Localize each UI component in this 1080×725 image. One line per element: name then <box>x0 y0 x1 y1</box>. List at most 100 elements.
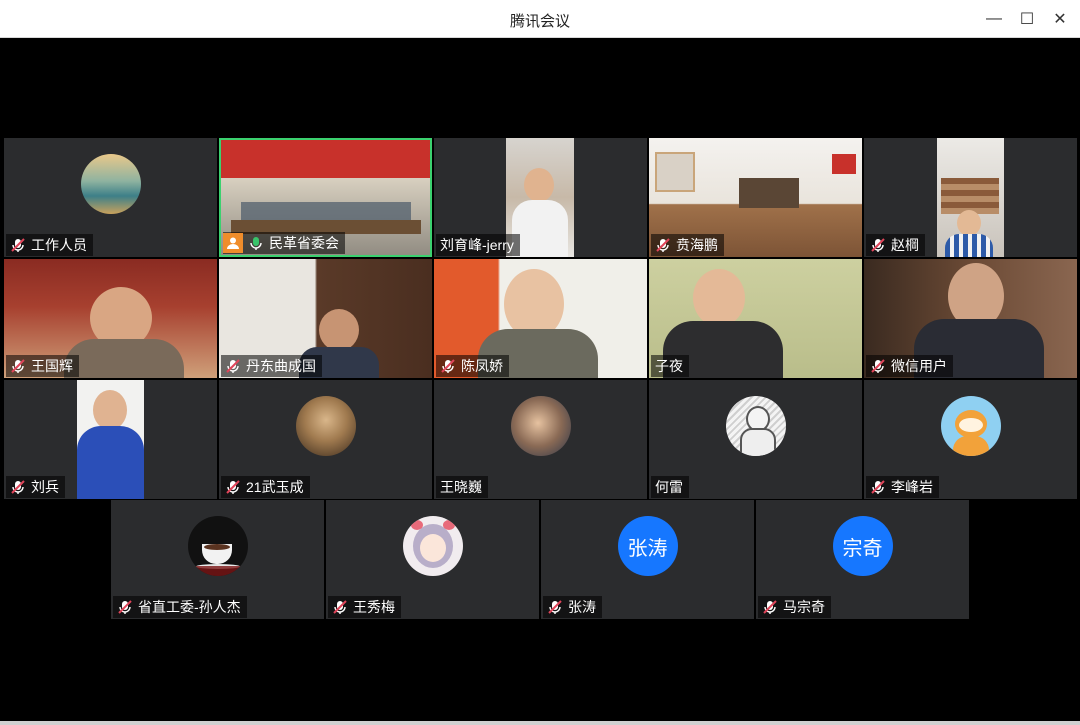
participant-nametag: 刘育峰-jerry <box>436 234 520 256</box>
participant-name: 省直工委-孙人杰 <box>138 599 241 615</box>
close-icon: ✕ <box>1053 11 1067 28</box>
mic-muted-icon <box>871 359 885 373</box>
participant-tile-helei[interactable]: 何雷 <box>649 380 862 499</box>
participant-name: 马宗奇 <box>783 599 825 615</box>
photo-avatar <box>295 396 356 456</box>
participant-nametag: 陈凤娇 <box>436 355 509 377</box>
participant-name: 刘育峰-jerry <box>440 237 514 253</box>
photo-avatar <box>510 396 571 456</box>
mic-muted-icon <box>226 359 240 373</box>
window-bottom-edge <box>0 721 1080 725</box>
participant-video <box>937 138 1004 257</box>
participant-name: 21武玉成 <box>246 479 304 495</box>
attendees-row <box>241 202 411 220</box>
title-bar: 腾讯会议 — ☐ ✕ <box>0 0 1080 38</box>
text-avatar: 宗奇 <box>832 516 893 576</box>
mic-on-icon <box>250 237 262 250</box>
wall-emblem <box>832 154 856 174</box>
coffee-cup-avatar <box>187 516 248 576</box>
participant-tile-zhaogang[interactable]: 赵棡 <box>864 138 1077 257</box>
participant-name: 张涛 <box>568 599 596 615</box>
mic-muted-icon <box>11 238 25 252</box>
participant-nametag: 刘兵 <box>6 476 65 498</box>
participant-tile-benhaipeng[interactable]: 贲海鹏 <box>649 138 862 257</box>
participant-tile-dandongquchengguo[interactable]: 丹东曲成国 <box>219 259 432 378</box>
participant-body <box>64 339 184 378</box>
participant-tile-liubing[interactable]: 刘兵 <box>4 380 217 499</box>
mic-muted-icon <box>441 359 455 373</box>
participant-tile-liuyufeng[interactable]: 刘育峰-jerry <box>434 138 647 257</box>
participant-tile-weixinyonghu[interactable]: 微信用户 <box>864 259 1077 378</box>
participant-nametag: 张涛 <box>543 596 602 618</box>
participant-name: 工作人员 <box>31 237 87 253</box>
participant-face <box>693 269 745 327</box>
meeting-window: 腾讯会议 — ☐ ✕ 工作人员 民革省委会 刘育峰-jerry 贲海鹏 赵棡 王… <box>0 0 1080 725</box>
mic-muted-icon <box>333 600 347 614</box>
participant-tile-lifengyan[interactable]: 李峰岩 <box>864 380 1077 499</box>
participant-face <box>319 309 359 351</box>
participant-tile-chenfengjiao[interactable]: 陈凤娇 <box>434 259 647 378</box>
participant-nametag: 民革省委会 <box>223 232 345 254</box>
participant-nametag: 马宗奇 <box>758 596 831 618</box>
tiger-cartoon-avatar <box>940 396 1001 456</box>
participant-tile-wangxiaowei[interactable]: 王晓巍 <box>434 380 647 499</box>
participant-tile-wuyucheng[interactable]: 21武玉成 <box>219 380 432 499</box>
sketch-avatar <box>725 396 786 456</box>
participant-tile-gongzuorenyuan[interactable]: 工作人员 <box>4 138 217 257</box>
participant-tile-sunrenjie[interactable]: 省直工委-孙人杰 <box>111 500 324 619</box>
participant-name: 民革省委会 <box>269 235 339 251</box>
anime-girl-avatar <box>402 516 463 576</box>
participant-nametag: 微信用户 <box>866 355 953 377</box>
mic-muted-icon <box>871 480 885 494</box>
participant-tile-mazongqi[interactable]: 宗奇 马宗奇 <box>756 500 969 619</box>
participant-nametag: 省直工委-孙人杰 <box>113 596 247 618</box>
participant-name: 王秀梅 <box>353 599 395 615</box>
participant-video <box>77 380 144 499</box>
host-icon <box>223 233 243 253</box>
participant-name: 李峰岩 <box>891 479 933 495</box>
maximize-button[interactable]: ☐ <box>1012 4 1042 34</box>
participant-nametag: 何雷 <box>651 476 689 498</box>
office-window <box>655 152 695 192</box>
mic-muted-icon <box>548 600 562 614</box>
minimize-button[interactable]: — <box>979 4 1009 34</box>
participant-tile-mingeshengweihui[interactable]: 民革省委会 <box>219 138 432 257</box>
maximize-icon: ☐ <box>1019 11 1035 28</box>
participant-name: 子夜 <box>655 358 683 374</box>
participant-name: 刘兵 <box>31 479 59 495</box>
mic-muted-icon <box>763 600 777 614</box>
participant-nametag: 子夜 <box>651 355 689 377</box>
mic-muted-icon <box>11 480 25 494</box>
participant-nametag: 赵棡 <box>866 234 925 256</box>
video-gallery: 工作人员 民革省委会 刘育峰-jerry 贲海鹏 赵棡 王国辉 丹东曲成国 陈凤… <box>4 38 1078 721</box>
participant-tile-wangxiumei[interactable]: 王秀梅 <box>326 500 539 619</box>
landscape-avatar <box>80 154 141 214</box>
mic-muted-icon <box>656 238 670 252</box>
mic-muted-icon <box>11 359 25 373</box>
participant-name: 王晓巍 <box>440 479 482 495</box>
mic-muted-icon <box>118 600 132 614</box>
meeting-banner <box>221 140 430 178</box>
mic-muted-icon <box>226 480 240 494</box>
window-title: 腾讯会议 <box>509 13 570 30</box>
participant-nametag: 贲海鹏 <box>651 234 724 256</box>
participant-tile-ziye[interactable]: 子夜 <box>649 259 862 378</box>
participant-nametag: 王晓巍 <box>436 476 488 498</box>
participant-nametag: 21武玉成 <box>221 476 310 498</box>
participant-name: 陈凤娇 <box>461 358 503 374</box>
participant-name: 丹东曲成国 <box>246 358 316 374</box>
participant-name: 贲海鹏 <box>676 237 718 253</box>
close-button[interactable]: ✕ <box>1045 4 1075 34</box>
participant-nametag: 李峰岩 <box>866 476 939 498</box>
office-desk <box>739 178 799 208</box>
participant-tile-zhangtao[interactable]: 张涛 张涛 <box>541 500 754 619</box>
participant-name: 微信用户 <box>891 358 947 374</box>
minimize-icon: — <box>986 10 1002 27</box>
participant-name: 赵棡 <box>891 237 919 253</box>
participant-tile-wangguohui[interactable]: 王国辉 <box>4 259 217 378</box>
mic-muted-icon <box>871 238 885 252</box>
participant-nametag: 王国辉 <box>6 355 79 377</box>
participant-nametag: 工作人员 <box>6 234 93 256</box>
participant-nametag: 丹东曲成国 <box>221 355 322 377</box>
participant-nametag: 王秀梅 <box>328 596 401 618</box>
